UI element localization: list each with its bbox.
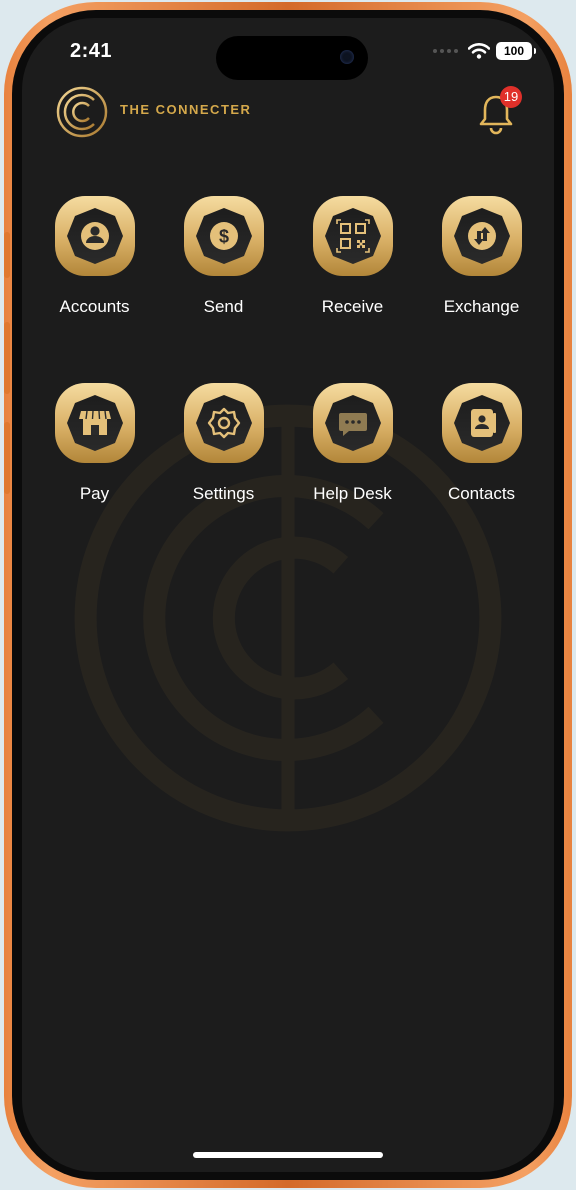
brand-name: THE CONNECTER xyxy=(120,102,252,117)
app-header: THE CONNECTER 19 xyxy=(22,80,554,150)
gear-icon xyxy=(183,383,264,463)
cellular-signal-icon xyxy=(433,49,458,53)
contact-book-icon xyxy=(441,383,522,463)
menu-item-accounts[interactable]: Accounts xyxy=(30,194,159,317)
menu-label: Settings xyxy=(192,484,255,503)
menu-label: Help Desk xyxy=(313,484,392,503)
volume-up-button xyxy=(4,322,10,394)
wifi-icon xyxy=(468,43,490,59)
menu-label: Receive xyxy=(321,297,384,316)
app-screen: 2:41 100 THE CONNECTER 19 Accounts $ Sen… xyxy=(22,18,554,1172)
svg-text:$: $ xyxy=(218,227,228,247)
status-icons: 100 xyxy=(433,42,536,60)
menu-item-exchange[interactable]: Exchange xyxy=(417,194,546,317)
menu-label: Accounts xyxy=(59,297,130,316)
menu-grid: Accounts $ Send Receive Exchange Pay Set… xyxy=(30,194,546,504)
storefront-icon xyxy=(54,383,135,463)
notifications-button[interactable]: 19 xyxy=(476,86,522,136)
menu-item-receive[interactable]: Receive xyxy=(288,194,417,317)
menu-label: Pay xyxy=(79,484,110,503)
menu-item-pay[interactable]: Pay xyxy=(30,381,159,504)
dynamic-island xyxy=(216,36,368,80)
notification-badge: 19 xyxy=(500,86,522,108)
account-user-icon xyxy=(54,196,135,276)
battery-indicator: 100 xyxy=(496,42,536,60)
qr-code-icon xyxy=(312,196,393,276)
menu-label: Contacts xyxy=(447,484,516,503)
menu-item-contacts[interactable]: Contacts xyxy=(417,381,546,504)
menu-item-settings[interactable]: Settings xyxy=(159,381,288,504)
menu-label: Exchange xyxy=(443,297,520,316)
action-button xyxy=(4,232,10,278)
menu-label: Send xyxy=(203,297,244,316)
volume-down-button xyxy=(4,422,10,494)
connecter-logo-icon xyxy=(56,86,108,138)
menu-item-help-desk[interactable]: Help Desk xyxy=(288,381,417,504)
front-camera xyxy=(340,50,354,64)
home-indicator[interactable] xyxy=(193,1152,383,1158)
status-bar: 2:41 100 xyxy=(22,18,554,88)
status-time: 2:41 xyxy=(70,40,113,62)
dollar-coin-icon: $ xyxy=(183,196,264,276)
menu-item-send[interactable]: $ Send xyxy=(159,194,288,317)
exchange-arrows-icon xyxy=(441,196,522,276)
chat-bubble-icon xyxy=(312,383,393,463)
